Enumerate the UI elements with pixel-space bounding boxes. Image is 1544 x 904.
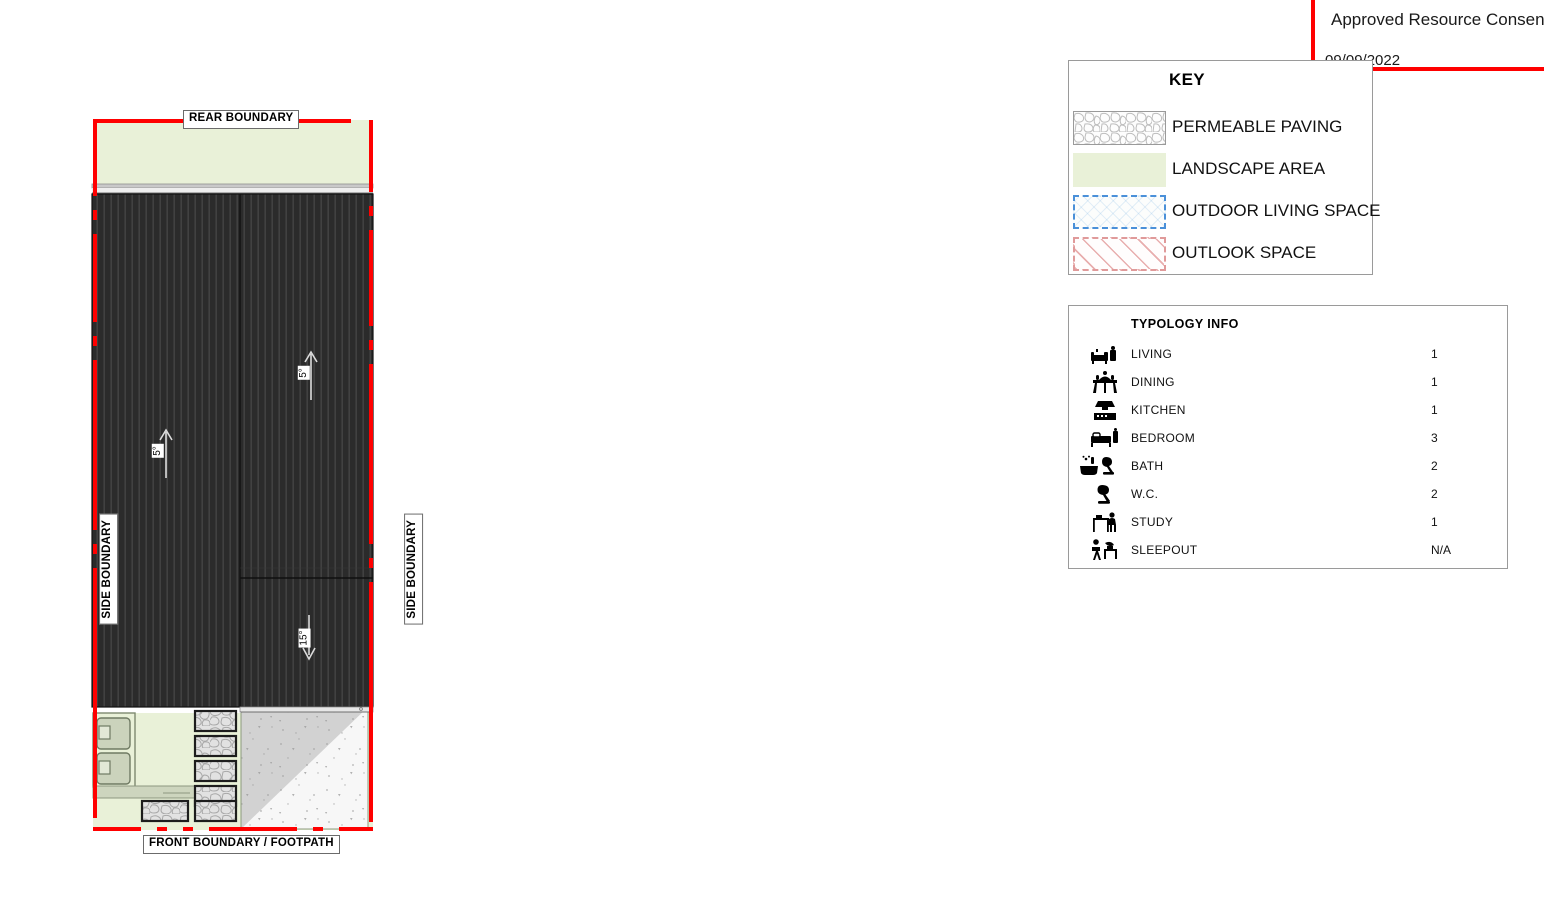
key-row-outdoor-living: OUTDOOR LIVING SPACE: [1069, 191, 1380, 233]
typology-row-wc: W.C. 2: [1069, 481, 1507, 509]
key-heading: KEY: [1169, 70, 1205, 89]
typology-row-sleepout: SLEEPOUT N/A: [1069, 537, 1507, 565]
dining-table-icon: [1081, 369, 1129, 395]
typology-label-bedroom: BEDROOM: [1131, 431, 1196, 445]
typology-row-bath: BATH 2: [1069, 453, 1507, 481]
typology-label-kitchen: KITCHEN: [1131, 403, 1186, 417]
kitchen-icon: [1081, 397, 1129, 423]
living-sofa-icon: [1081, 341, 1129, 367]
typology-count-wc: 2: [1431, 487, 1438, 501]
typology-label-wc: W.C.: [1131, 487, 1159, 501]
key-row-outlook-space: OUTLOOK SPACE: [1069, 233, 1372, 275]
toilet-icon: [1081, 481, 1129, 507]
typology-row-bedroom: BEDROOM 3: [1069, 425, 1507, 453]
side-boundary-left-label: SIDE BOUNDARY: [99, 513, 118, 625]
typology-count-kitchen: 1: [1431, 403, 1438, 417]
key-label-permeable-paving: PERMEABLE PAVING: [1172, 117, 1343, 136]
typology-info-panel: TYPOLOGY INFO LIVING 1 DINING 1 KITCHEN …: [1068, 305, 1508, 569]
key-label-landscape-area: LANDSCAPE AREA: [1172, 159, 1326, 178]
typology-heading: TYPOLOGY INFO: [1131, 317, 1239, 331]
typology-label-living: LIVING: [1131, 347, 1173, 361]
typology-label-dining: DINING: [1131, 375, 1175, 389]
bath-toilet-icon: [1073, 453, 1129, 479]
key-row-landscape-area: LANDSCAPE AREA: [1069, 149, 1372, 191]
key-label-outdoor-living: OUTDOOR LIVING SPACE: [1172, 201, 1381, 220]
typology-count-sleepout: N/A: [1431, 543, 1452, 557]
roof-pitch-lower-label: 15°: [298, 628, 311, 648]
front-boundary-label: FRONT BOUNDARY / FOOTPATH: [143, 835, 340, 854]
roof-pitch-middle-label: 5°: [297, 366, 310, 380]
outlook-space-swatch: [1073, 237, 1166, 271]
typology-count-bath: 2: [1431, 459, 1438, 473]
typology-count-dining: 1: [1431, 375, 1438, 389]
permeable-paving-swatch: [1073, 111, 1166, 145]
roof-pitch-left-label: 5°: [151, 444, 164, 458]
typology-count-bedroom: 3: [1431, 431, 1438, 445]
outdoor-living-swatch: [1073, 195, 1166, 229]
site-plan-drawing: REAR BOUNDARY FRONT BOUNDARY / FOOTPATH …: [0, 0, 440, 904]
typology-row-kitchen: KITCHEN 1: [1069, 397, 1507, 425]
typology-count-living: 1: [1431, 347, 1438, 361]
typology-label-study: STUDY: [1131, 515, 1174, 529]
typology-row-study: STUDY 1: [1069, 509, 1507, 537]
sleepout-icon: [1081, 537, 1129, 563]
typology-row-dining: DINING 1: [1069, 369, 1507, 397]
typology-count-study: 1: [1431, 515, 1438, 529]
key-legend-panel: KEY PERMEABLE PAVING LANDSCAPE AREA OUTD…: [1068, 60, 1380, 275]
landscape-area-swatch: [1073, 153, 1166, 187]
typology-row-living: LIVING 1: [1069, 341, 1507, 369]
side-boundary-right-label: SIDE BOUNDARY: [404, 513, 423, 625]
rear-boundary-label: REAR BOUNDARY: [183, 110, 300, 129]
bed-icon: [1081, 425, 1129, 451]
key-row-permeable-paving: PERMEABLE PAVING: [1069, 107, 1372, 149]
typology-label-sleepout: SLEEPOUT: [1131, 543, 1198, 557]
typology-label-bath: BATH: [1131, 459, 1164, 473]
stamp-title: Approved Resource Consent: [1331, 10, 1544, 29]
key-label-outlook-space: OUTLOOK SPACE: [1172, 243, 1317, 262]
study-desk-icon: [1081, 509, 1129, 535]
